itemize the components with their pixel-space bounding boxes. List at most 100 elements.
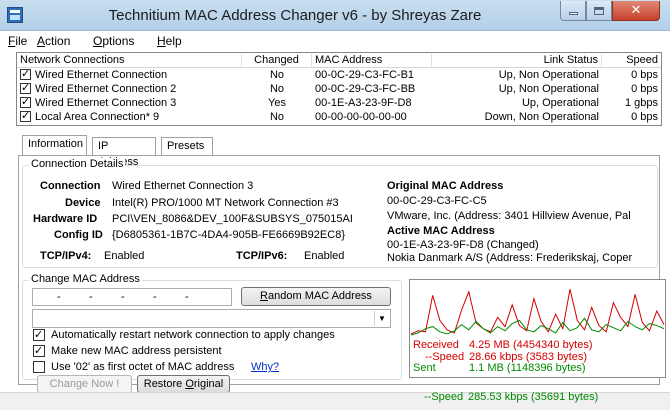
check-icon: ✓ bbox=[21, 95, 31, 108]
row-mac: 00-0C-29-C3-FC-B1 bbox=[315, 69, 415, 81]
tab-presets[interactable]: Presets bbox=[161, 137, 213, 155]
check-icon: ✓ bbox=[34, 344, 44, 357]
tcp4-label: TCP/IPv4: bbox=[40, 250, 92, 262]
menu-file[interactable]: File bbox=[8, 34, 27, 48]
menu-help[interactable]: Help bbox=[157, 34, 182, 48]
tx-speed-label: --Speed bbox=[424, 391, 464, 403]
mac-separator: - bbox=[121, 291, 125, 303]
list-header: Network Connections Changed MAC Address … bbox=[17, 53, 661, 68]
auto-restart-checkbox[interactable]: ✓ bbox=[33, 328, 45, 341]
chevron-down-icon[interactable]: ▼ bbox=[374, 311, 389, 326]
use-02-label[interactable]: Use '02' as first octet of MAC address bbox=[51, 361, 234, 374]
window-title: Technitium MAC Address Changer v6 - by S… bbox=[108, 7, 482, 24]
config-id-label: Config ID bbox=[54, 229, 103, 241]
change-now-button[interactable]: Change Now ! bbox=[37, 375, 132, 393]
row-checkbox[interactable]: ✓ bbox=[20, 67, 31, 80]
check-icon: ✓ bbox=[34, 328, 44, 341]
table-row[interactable]: ✓ Wired Ethernet Connection No 00-0C-29-… bbox=[17, 67, 661, 82]
col-speed[interactable]: Speed bbox=[602, 54, 661, 67]
tcp4-value: Enabled bbox=[104, 250, 145, 262]
tab-ip-address[interactable]: IP Address bbox=[92, 137, 156, 168]
connection-label: Connection bbox=[40, 180, 101, 192]
active-mac-value: 00-1E-A3-23-9F-D8 (Changed) bbox=[387, 239, 539, 251]
received-series-line bbox=[410, 289, 665, 335]
row-status: Up, Operational bbox=[521, 97, 599, 109]
why-link[interactable]: Why? bbox=[251, 361, 279, 374]
hardware-id-value: PCI\VEN_8086&DEV_100F&SUBSYS_075015AI bbox=[112, 213, 353, 225]
close-button[interactable]: ✕ bbox=[612, 1, 660, 21]
hardware-id-label: Hardware ID bbox=[33, 213, 98, 225]
row-mac: 00-00-00-00-00-00 bbox=[315, 111, 407, 123]
persistent-label[interactable]: Make new MAC address persistent bbox=[51, 345, 222, 358]
original-mac-value: 00-0C-29-C3-FC-C5 bbox=[387, 195, 487, 207]
received-label: Received bbox=[413, 339, 459, 351]
tab-information[interactable]: Information bbox=[22, 135, 87, 155]
row-name: Wired Ethernet Connection 3 bbox=[35, 97, 177, 109]
check-icon: ✓ bbox=[21, 109, 31, 122]
row-status: Up, Non Operational bbox=[498, 83, 599, 95]
maximize-icon bbox=[594, 6, 604, 15]
menu-bar: File Action Options Help bbox=[0, 31, 670, 51]
device-value: Intel(R) PRO/1000 MT Network Connection … bbox=[112, 197, 339, 209]
sent-series-line bbox=[410, 317, 665, 336]
mac-separator: - bbox=[185, 291, 189, 303]
row-speed: 0 bps bbox=[631, 111, 658, 123]
row-checkbox[interactable]: ✓ bbox=[20, 109, 31, 122]
menu-action[interactable]: Action bbox=[37, 34, 70, 48]
minimize-icon bbox=[568, 12, 578, 15]
device-label: Device bbox=[65, 197, 101, 209]
received-value: 4.25 MB (4454340 bytes) bbox=[469, 339, 593, 351]
restore-original-button[interactable]: Restore Original bbox=[137, 375, 230, 393]
row-name: Wired Ethernet Connection 2 bbox=[35, 83, 177, 95]
connection-details-title: Connection Details bbox=[29, 158, 126, 170]
check-icon: ✓ bbox=[21, 81, 31, 94]
original-mac-title: Original MAC Address bbox=[387, 180, 504, 192]
original-mac-vendor: VMware, Inc. (Address: 3401 Hillview Ave… bbox=[387, 210, 631, 222]
row-checkbox[interactable]: ✓ bbox=[20, 81, 31, 94]
col-network-connections[interactable]: Network Connections bbox=[17, 54, 242, 67]
tx-speed-value: 285.53 kbps (35691 bytes) bbox=[468, 391, 599, 403]
row-status: Down, Non Operational bbox=[484, 111, 599, 123]
minimize-button[interactable] bbox=[560, 1, 586, 21]
random-mac-button[interactable]: Random MAC Address bbox=[241, 287, 391, 306]
maximize-button[interactable] bbox=[586, 1, 612, 21]
traffic-graph: Received 4.25 MB (4454340 bytes) --Speed… bbox=[409, 279, 666, 378]
mac-separator: - bbox=[57, 291, 61, 303]
col-mac-address[interactable]: MAC Address bbox=[312, 54, 432, 67]
persistent-checkbox[interactable]: ✓ bbox=[33, 344, 45, 357]
new-mac-input[interactable]: - - - - - bbox=[32, 288, 232, 306]
row-speed: 1 gbps bbox=[624, 97, 658, 109]
row-name: Wired Ethernet Connection bbox=[35, 69, 168, 81]
sent-value: 1.1 MB (1148396 bytes) bbox=[469, 362, 586, 374]
auto-restart-label[interactable]: Automatically restart network connection… bbox=[51, 329, 335, 342]
vendor-combo[interactable]: ▼ bbox=[32, 309, 391, 328]
row-speed: 0 bps bbox=[631, 69, 658, 81]
title-bar[interactable]: Technitium MAC Address Changer v6 - by S… bbox=[0, 0, 670, 31]
row-mac: 00-1E-A3-23-9F-D8 bbox=[315, 97, 412, 109]
menu-options[interactable]: Options bbox=[93, 34, 134, 48]
row-speed: 0 bps bbox=[631, 83, 658, 95]
row-name: Local Area Connection* 9 bbox=[35, 111, 160, 123]
connections-list[interactable]: Network Connections Changed MAC Address … bbox=[16, 52, 662, 126]
table-row[interactable]: ✓ Wired Ethernet Connection 3 Yes 00-1E-… bbox=[17, 95, 661, 110]
active-mac-title: Active MAC Address bbox=[387, 225, 495, 237]
col-link-status[interactable]: Link Status bbox=[432, 54, 602, 67]
close-icon: ✕ bbox=[630, 3, 642, 18]
connection-value: Wired Ethernet Connection 3 bbox=[112, 180, 254, 192]
table-row[interactable]: ✓ Wired Ethernet Connection 2 No 00-0C-2… bbox=[17, 81, 661, 96]
row-changed: No bbox=[269, 111, 285, 123]
col-changed[interactable]: Changed bbox=[242, 54, 312, 67]
change-mac-title: Change MAC Address bbox=[29, 273, 142, 285]
row-mac: 00-0C-29-C3-FC-BB bbox=[315, 83, 416, 95]
traffic-chart bbox=[410, 289, 665, 336]
config-id-value: {D6805361-1B7C-4DA4-905B-FE6669B92EC8} bbox=[112, 229, 345, 241]
table-row[interactable]: ✓ Local Area Connection* 9 No 00-00-00-0… bbox=[17, 109, 661, 124]
use-02-checkbox[interactable] bbox=[33, 361, 45, 373]
check-icon: ✓ bbox=[21, 67, 31, 80]
mac-separator: - bbox=[153, 291, 157, 303]
active-mac-vendor: Nokia Danmark A/S (Address: Frederikskaj… bbox=[387, 252, 633, 264]
row-checkbox[interactable]: ✓ bbox=[20, 95, 31, 108]
row-status: Up, Non Operational bbox=[498, 69, 599, 81]
sent-label: Sent bbox=[413, 362, 436, 374]
row-changed: Yes bbox=[268, 97, 286, 109]
